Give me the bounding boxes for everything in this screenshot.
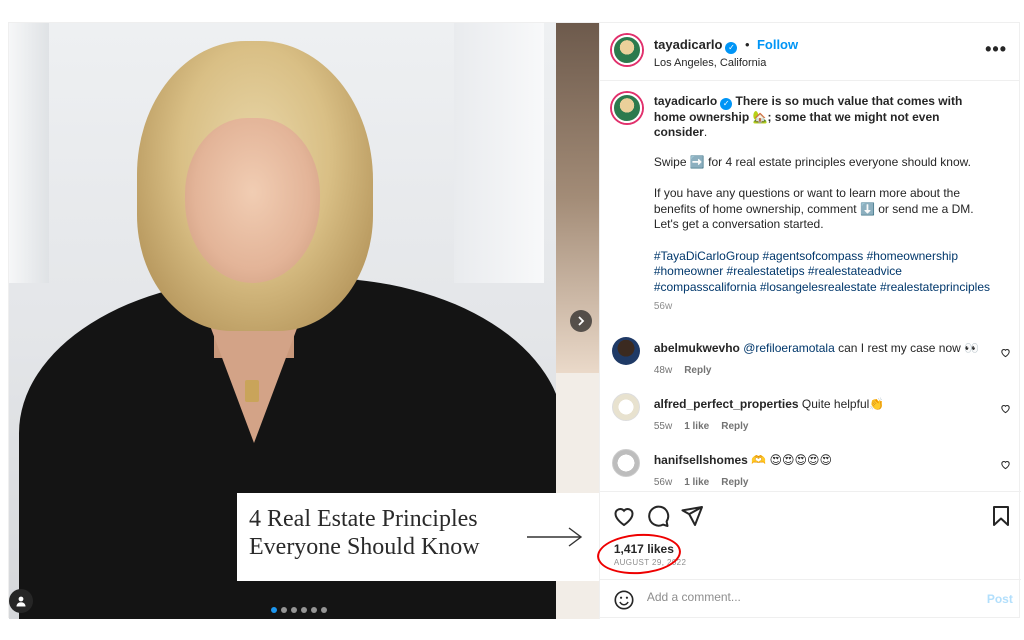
media-caption-text: 4 Real Estate Principles Everyone Should…: [249, 505, 480, 561]
pendant: [245, 380, 259, 402]
comment-like-heart-icon[interactable]: [1000, 459, 1011, 470]
comment-body: hanifsellshomes 🫶 😍😍😍😍😍: [654, 453, 984, 469]
post-header: tayadicarlo ✓ • Follow Los Angeles, Calif…: [599, 23, 1019, 81]
comment-mention[interactable]: @refiloeramotala: [743, 341, 835, 355]
caption-bold-end: .: [703, 125, 708, 140]
add-comment-input[interactable]: [646, 590, 967, 604]
chevron-right-icon: [578, 316, 585, 326]
caption-username[interactable]: tayadicarlo: [654, 94, 717, 108]
author-avatar[interactable]: [611, 35, 642, 65]
comment-text: 🫶 😍😍😍😍😍: [751, 453, 833, 467]
next-slide-button[interactable]: [570, 310, 592, 332]
dot-separator: •: [744, 37, 750, 52]
author-username[interactable]: tayadicarlo: [654, 37, 723, 52]
slide-dot: [321, 607, 327, 613]
media-caption-line1: 4 Real Estate Principles: [249, 506, 478, 532]
author-info: tayadicarlo ✓ • Follow Los Angeles, Calif…: [654, 36, 798, 69]
comment-username[interactable]: abelmukwevho: [654, 341, 740, 355]
comment-item: alfred_perfect_properties Quite helpful👏…: [654, 397, 984, 432]
comment-reply-button[interactable]: Reply: [684, 365, 711, 376]
more-options-icon[interactable]: •••: [985, 39, 1007, 60]
comment-time: 55w: [653, 420, 673, 432]
caption-swipe-before: Swipe: [653, 154, 687, 169]
post-dialog: 4 Real Estate Principles Everyone Should…: [8, 22, 1021, 619]
caption-timestamp: 56w: [653, 301, 673, 313]
comment-text: can I rest my case now 👀: [838, 341, 980, 355]
comment-bubble-icon[interactable]: [646, 504, 670, 528]
post-sidebar: tayadicarlo ✓ • Follow Los Angeles, Calif…: [595, 23, 1021, 619]
comment-meta: 56w 1 like Reply: [654, 477, 984, 488]
right-arrow-emoji-icon: ➡️: [689, 154, 705, 169]
verified-badge-icon: ✓: [720, 97, 733, 110]
caption-swipe-line: Swipe ➡️ for 4 real estate principles ev…: [654, 155, 994, 171]
verified-badge-icon: ✓: [725, 41, 738, 54]
post-actions: 1,417 likes AUGUST 29, 2022: [595, 491, 1021, 579]
slide-dot: [271, 607, 277, 613]
comment-body: abelmukwevho @refiloeramotala can I rest…: [654, 341, 984, 357]
post-location[interactable]: Los Angeles, California: [654, 57, 798, 69]
comment-reply-button[interactable]: Reply: [721, 421, 748, 432]
save-bookmark-icon[interactable]: [989, 504, 1013, 528]
comment-text: Quite helpful👏: [801, 397, 885, 411]
slide-indicator: [271, 607, 327, 613]
post-caption: tayadicarlo ✓ There is so much value that…: [654, 94, 994, 312]
share-paper-plane-icon[interactable]: [680, 504, 704, 528]
like-heart-icon[interactable]: [612, 504, 636, 528]
caption-author-avatar[interactable]: [611, 93, 642, 123]
commenter-avatar[interactable]: [611, 337, 640, 365]
commenter-avatar[interactable]: [611, 393, 640, 421]
comment-likes[interactable]: 1 like: [684, 477, 709, 488]
comment-body: alfred_perfect_properties Quite helpful👏: [654, 397, 984, 413]
commenter-avatar[interactable]: [611, 449, 640, 477]
slide-dot: [291, 607, 297, 613]
background-window: [9, 23, 49, 283]
annotation-circle: [595, 531, 683, 577]
comment-like-heart-icon[interactable]: [1000, 403, 1011, 414]
comment-meta: 55w 1 like Reply: [654, 421, 984, 432]
comment-reply-button[interactable]: Reply: [721, 477, 748, 488]
post-comment-button[interactable]: Post: [987, 592, 1013, 606]
emoji-smiley-icon[interactable]: [613, 589, 635, 611]
comment-meta: 48w Reply: [654, 365, 984, 376]
arrow-right-icon: [527, 527, 583, 547]
caption-first-paragraph: tayadicarlo ✓ There is so much value that…: [654, 94, 994, 141]
comment-time: 56w: [653, 476, 673, 488]
media-caption-box: 4 Real Estate Principles Everyone Should…: [237, 493, 599, 581]
slide-dot: [301, 607, 307, 613]
face: [185, 118, 320, 283]
comment-item: abelmukwevho @refiloeramotala can I rest…: [654, 341, 984, 376]
comment-likes[interactable]: 1 like: [684, 421, 709, 432]
comment-like-heart-icon[interactable]: [1000, 347, 1011, 358]
comments-section: tayadicarlo ✓ There is so much value that…: [600, 81, 1021, 491]
media-caption-line2: Everyone Should Know: [249, 534, 480, 560]
comment-item: hanifsellshomes 🫶 😍😍😍😍😍 56w 1 like Reply: [654, 453, 984, 488]
comment-username[interactable]: alfred_perfect_properties: [654, 397, 799, 411]
slide-dot: [311, 607, 317, 613]
caption-hashtags[interactable]: #TayaDiCarloGroup #agentsofcompass #home…: [654, 249, 994, 296]
follow-button[interactable]: Follow: [757, 37, 798, 52]
down-arrow-emoji-icon: ⬇️: [859, 201, 875, 216]
background-window: [454, 23, 544, 283]
tagged-users-button[interactable]: [9, 589, 33, 613]
slide-dot: [281, 607, 287, 613]
post-media[interactable]: 4 Real Estate Principles Everyone Should…: [9, 23, 599, 619]
user-icon: [16, 596, 26, 607]
comment-time: 48w: [653, 364, 673, 376]
caption-questions-paragraph: If you have any questions or want to lea…: [654, 186, 994, 233]
add-comment-bar: Post: [599, 579, 1021, 619]
comment-username[interactable]: hanifsellshomes: [654, 453, 748, 467]
caption-swipe-after: for 4 real estate principles everyone sh…: [708, 154, 971, 169]
